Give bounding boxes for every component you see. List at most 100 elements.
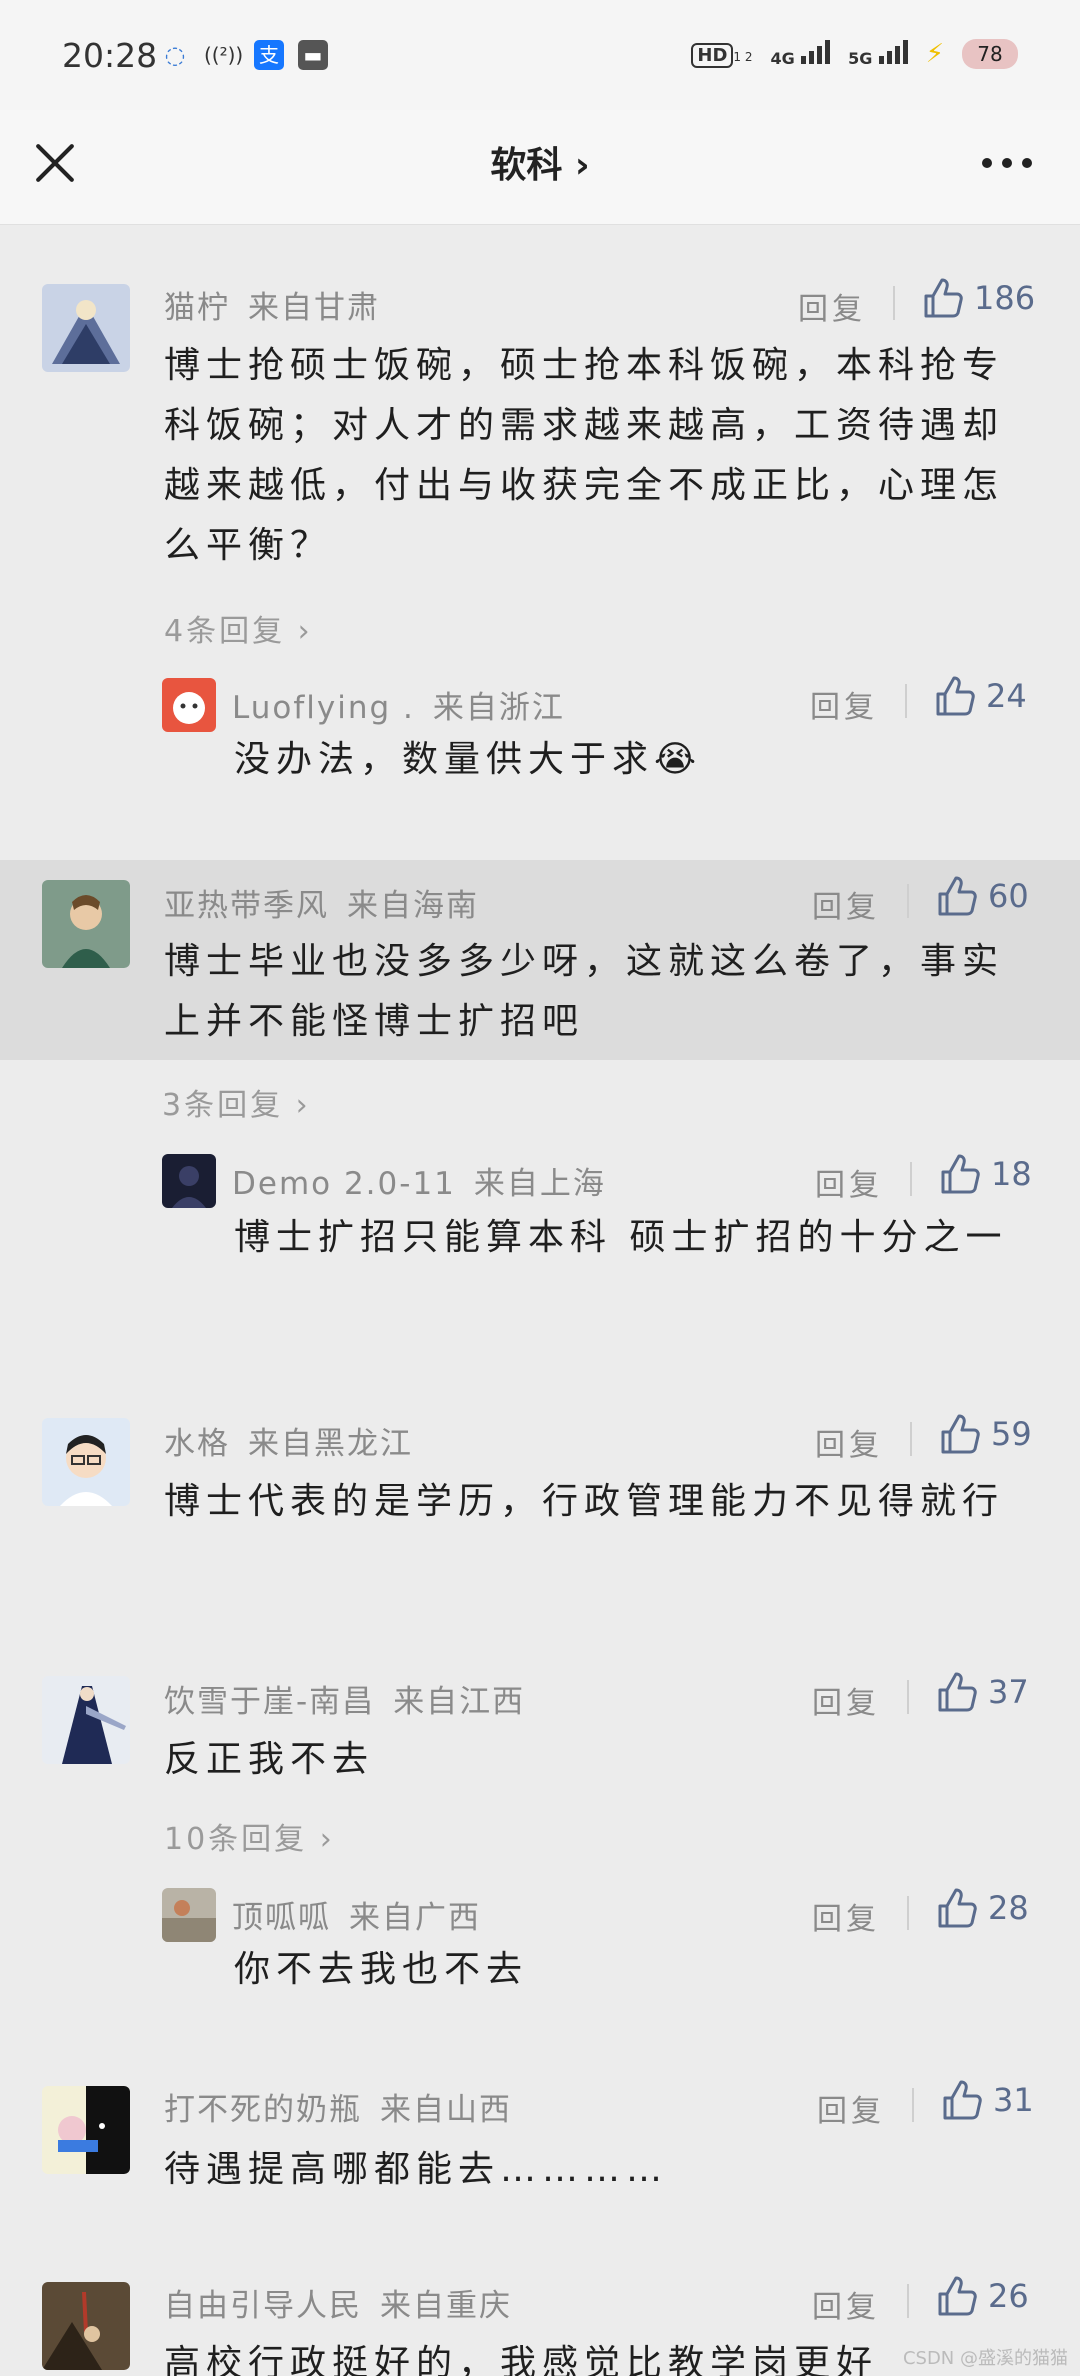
- reply-button[interactable]: 回复: [815, 1160, 883, 1204]
- thumbs-up-icon: [924, 278, 963, 318]
- reply-button[interactable]: 回复: [798, 284, 866, 328]
- battery-indicator: 78: [962, 38, 1018, 69]
- hd-sub: 1 2: [733, 49, 753, 64]
- like-count: 60: [988, 877, 1029, 915]
- reply-button[interactable]: 回复: [812, 1678, 880, 1722]
- divider: [910, 1162, 912, 1196]
- like-count: 28: [988, 1889, 1029, 1927]
- view-replies-link[interactable]: 4条回复 ›: [164, 606, 313, 650]
- comment-text: 高校行政挺好的，我感觉比教学岗更好: [164, 2343, 879, 2376]
- charging-icon: ⚡: [925, 38, 944, 69]
- comment-feed[interactable]: 猫柠 来自甘肃 回复 186 博士抢硕士饭碗，硕士抢本科饭碗，本科抢专科饭碗；对人…: [0, 226, 1080, 2376]
- divider: [910, 1422, 912, 1456]
- author-name[interactable]: 自由引导人民: [164, 2288, 362, 2324]
- app-icon: ▬: [298, 40, 328, 70]
- thumbs-up-icon: [938, 876, 977, 916]
- author-location: 来自重庆: [380, 2288, 512, 2324]
- divider: [907, 1896, 909, 1930]
- comment-item: 猫柠 来自甘肃 回复 186 博士抢硕士饭碗，硕士抢本科饭碗，本科抢专科饭碗；对人…: [0, 226, 1080, 846]
- view-replies-link[interactable]: 10条回复 ›: [164, 1814, 335, 1858]
- reply-text: 没办法，数量供大于求😭: [234, 739, 703, 780]
- reply-author[interactable]: 顶呱呱 来自广西: [232, 1892, 481, 1937]
- like-count: 59: [991, 1415, 1032, 1453]
- net-5g-label: 5G: [848, 49, 873, 68]
- like-button[interactable]: 31: [939, 2078, 1034, 2122]
- view-replies-link[interactable]: 3条回复 ›: [162, 1080, 311, 1124]
- comment-author[interactable]: 亚热带季风 来自海南: [164, 880, 479, 925]
- reply-text: 博士扩招只能算本科 硕士扩招的十分之一: [234, 1217, 1008, 1258]
- like-count: 26: [988, 2277, 1029, 2315]
- reply-button[interactable]: 回复: [815, 1420, 883, 1464]
- avatar[interactable]: [42, 1418, 130, 1506]
- reply-button[interactable]: 回复: [817, 2086, 885, 2130]
- author-name[interactable]: 亚热带季风: [164, 888, 329, 924]
- reply-author-location: 来自上海: [473, 1166, 606, 1202]
- reply-button[interactable]: 回复: [810, 682, 878, 726]
- avatar[interactable]: [42, 880, 130, 968]
- like-button[interactable]: 37: [934, 1670, 1029, 1714]
- comment-text: 博士抢硕士饭碗，硕士抢本科饭碗，本科抢专科饭碗；对人才的需求越来越高，工资待遇却…: [164, 345, 1005, 566]
- reply-author[interactable]: Demo 2.0-11 来自上海: [232, 1158, 606, 1203]
- like-count: 37: [988, 1673, 1029, 1711]
- like-count: 18: [991, 1155, 1032, 1193]
- status-icons-right: HD 1 2 4G 5G ⚡ 78: [691, 38, 1018, 69]
- like-button[interactable]: 60: [934, 874, 1029, 918]
- like-button[interactable]: 186: [920, 276, 1035, 320]
- status-time: 20:28: [62, 36, 158, 75]
- alipay-icon: 支: [254, 40, 284, 70]
- reply-avatar[interactable]: [162, 1888, 216, 1942]
- watermark: CSDN @盛溪的猫猫: [902, 2348, 1068, 2369]
- hd-icon: HD 1 2: [691, 42, 753, 68]
- reply-author[interactable]: Luoflying . 来自浙江: [232, 682, 565, 727]
- comment-author[interactable]: 水格 来自黑龙江: [164, 1418, 413, 1463]
- comment-item: 水格 来自黑龙江 回复 59 博士代表的是学历，行政管理能力不见得就行: [0, 1386, 1080, 1636]
- reply-button[interactable]: 回复: [812, 1894, 880, 1938]
- reply-author-name[interactable]: Demo 2.0-11: [232, 1166, 456, 1202]
- reply-avatar[interactable]: [162, 1154, 216, 1208]
- comment-text: 博士代表的是学历，行政管理能力不见得就行: [164, 1481, 1005, 1522]
- page-title[interactable]: 软科 ›: [0, 136, 1080, 188]
- comment-text: 反正我不去: [164, 1739, 375, 1780]
- divider: [907, 1680, 909, 1714]
- avatar[interactable]: [42, 2282, 130, 2370]
- message-icon: ◌: [164, 41, 186, 69]
- divider: [905, 684, 907, 718]
- reply-author-name[interactable]: 顶呱呱: [232, 1900, 331, 1936]
- comment-item: 亚热带季风 来自海南 回复 60 博士毕业也没多多少呀，这就这么卷了，事实上并不能…: [0, 860, 1080, 1060]
- like-button[interactable]: 59: [937, 1412, 1032, 1456]
- avatar[interactable]: [42, 284, 130, 372]
- thumbs-up-icon: [941, 1414, 980, 1454]
- author-name[interactable]: 猫柠: [164, 290, 230, 326]
- like-button[interactable]: 18: [937, 1152, 1032, 1196]
- comment-author[interactable]: 饮雪于崖-南昌 来自江西: [164, 1676, 525, 1721]
- reply-button[interactable]: 回复: [812, 2282, 880, 2326]
- thumbs-up-icon: [938, 1888, 977, 1928]
- like-count: 24: [986, 677, 1027, 715]
- author-location: 来自海南: [347, 888, 479, 924]
- divider: [907, 884, 909, 918]
- avatar[interactable]: [42, 1676, 130, 1764]
- comment-item: 饮雪于崖-南昌 来自江西 回复 37 反正我不去 10条回复 › 顶呱呱 来自广西 …: [0, 1644, 1080, 2014]
- like-button[interactable]: 28: [934, 1886, 1029, 1930]
- like-count: 186: [974, 279, 1036, 317]
- avatar[interactable]: [42, 2086, 130, 2174]
- comment-author[interactable]: 猫柠 来自甘肃: [164, 282, 380, 327]
- wifi-call-icon: ((²)): [204, 43, 244, 67]
- reply-author-name[interactable]: Luoflying .: [232, 690, 415, 726]
- divider: [907, 2284, 909, 2318]
- author-location: 来自黑龙江: [248, 1426, 413, 1462]
- like-button[interactable]: 24: [932, 674, 1027, 718]
- like-button[interactable]: 26: [934, 2274, 1029, 2318]
- reply-avatar[interactable]: [162, 678, 216, 732]
- author-name[interactable]: 打不死的奶瓶: [164, 2092, 362, 2128]
- more-options-icon[interactable]: [982, 158, 1032, 168]
- comment-author[interactable]: 打不死的奶瓶 来自山西: [164, 2084, 512, 2129]
- thumbs-up-icon: [938, 2276, 977, 2316]
- net-4g-label: 4G: [770, 49, 795, 68]
- author-name[interactable]: 饮雪于崖-南昌: [164, 1684, 375, 1720]
- reply-button[interactable]: 回复: [812, 882, 880, 926]
- comment-author[interactable]: 自由引导人民 来自重庆: [164, 2280, 512, 2325]
- status-bar: 20:28 ◌ ((²)) 支 ▬ HD 1 2 4G 5G ⚡ 78: [0, 0, 1080, 110]
- like-count: 31: [993, 2081, 1034, 2119]
- author-name[interactable]: 水格: [164, 1426, 230, 1462]
